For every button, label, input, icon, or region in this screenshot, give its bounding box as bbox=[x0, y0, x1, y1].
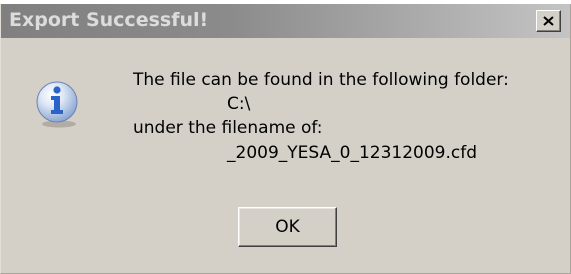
information-icon bbox=[32, 79, 82, 129]
export-dialog: Export Successful! The file can be found… bbox=[0, 4, 571, 274]
close-button[interactable] bbox=[536, 10, 561, 32]
title-bar[interactable]: Export Successful! bbox=[1, 4, 570, 38]
close-icon bbox=[543, 16, 554, 26]
message-line-folder-intro: The file can be found in the following f… bbox=[133, 70, 509, 90]
message-line-filename-intro: under the filename of: bbox=[133, 118, 323, 138]
filename: _2009_YESA_0_12312009.cfd bbox=[227, 143, 477, 163]
dialog-title: Export Successful! bbox=[9, 9, 209, 31]
folder-path: C:\ bbox=[227, 94, 251, 114]
ok-button[interactable]: OK bbox=[238, 207, 337, 247]
